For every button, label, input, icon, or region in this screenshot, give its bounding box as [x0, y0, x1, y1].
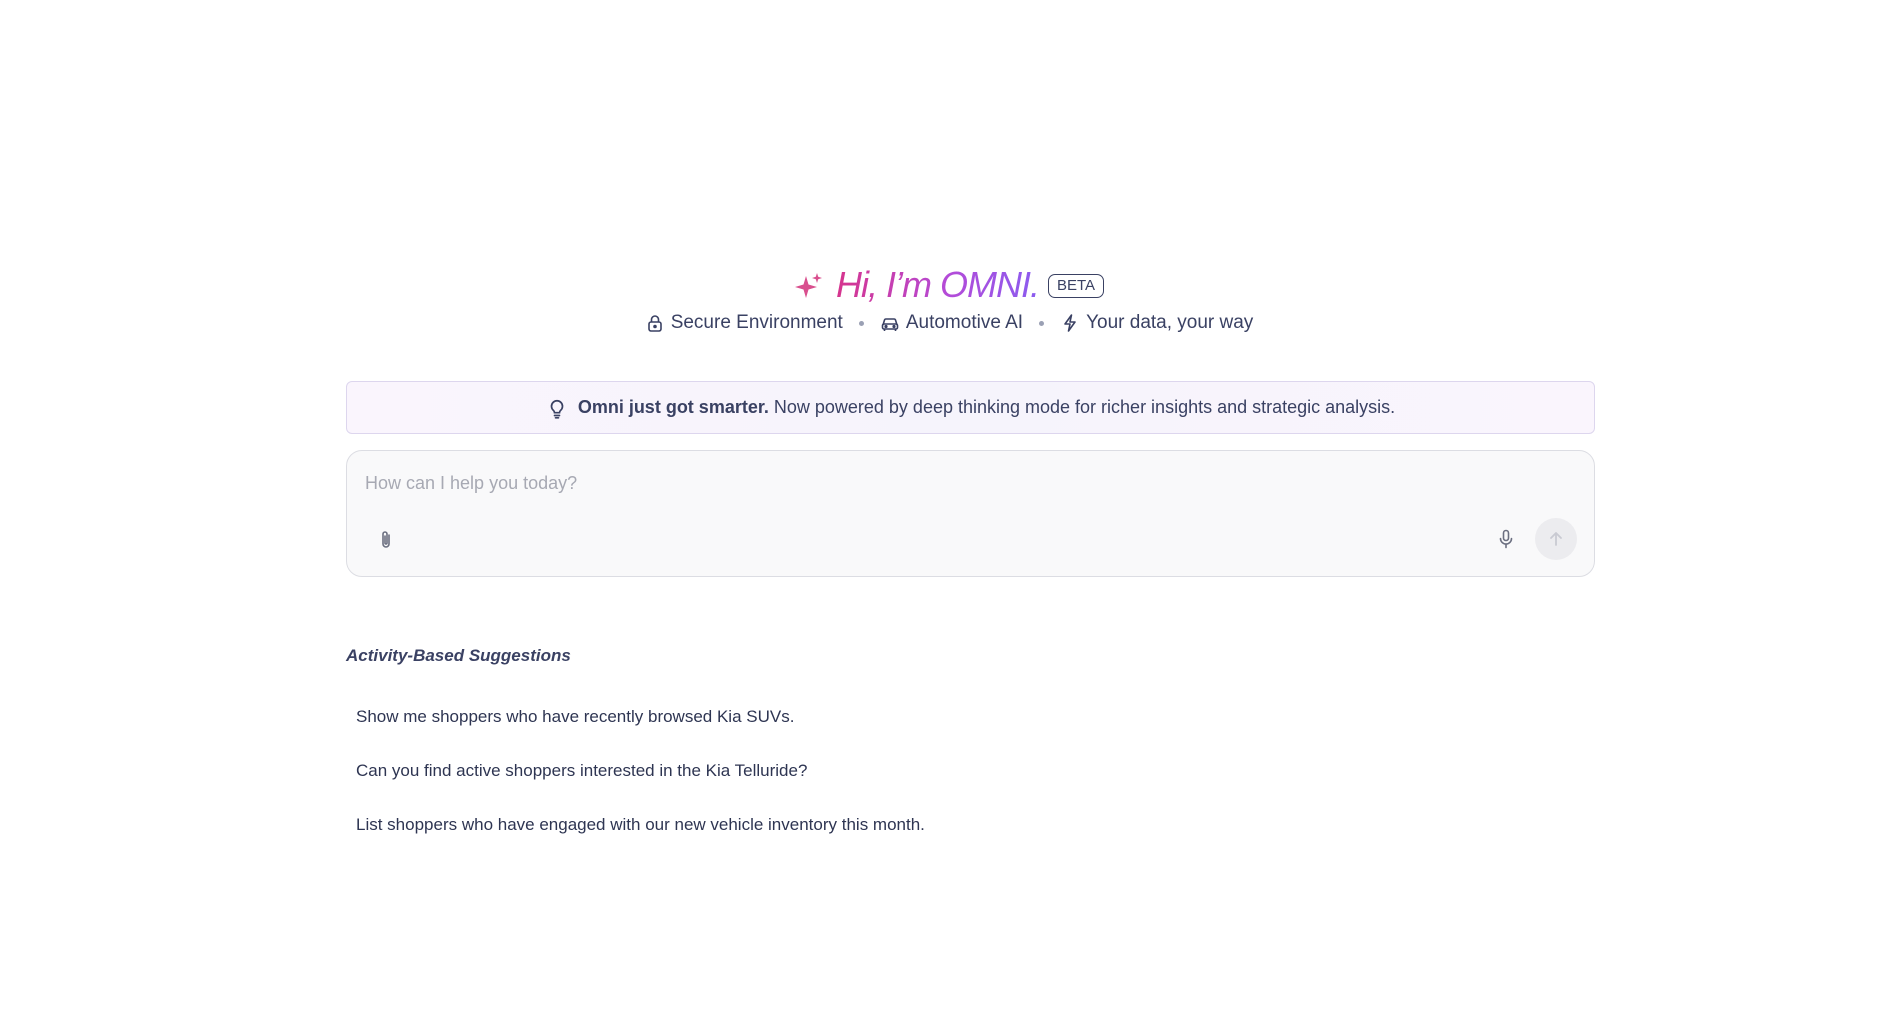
suggestion-item[interactable]: List shoppers who have engaged with our … [346, 798, 1146, 852]
send-button[interactable] [1535, 518, 1577, 560]
suggestion-item[interactable]: Show me shoppers who have recently brows… [346, 690, 1146, 744]
feature-secure: Secure Environment [645, 312, 843, 334]
sparkle-icon [794, 273, 822, 298]
feature-list: Secure Environment Automotive AI Your da… [0, 312, 1898, 334]
bolt-icon [1064, 314, 1076, 332]
greeting-title: Hi, I’m OMNI. [836, 262, 1040, 308]
banner-headline: Omni just got smarter. [577, 397, 769, 417]
feature-label: Secure Environment [670, 312, 843, 333]
announcement-banner: Omni just got smarter. Now powered by de… [346, 381, 1595, 434]
separator-dot [1039, 320, 1045, 326]
beta-badge: BETA [1047, 274, 1105, 298]
feature-data: Your data, your way [1060, 312, 1253, 334]
hero-heading: Hi, I’m OMNI. BETA [0, 262, 1898, 308]
feature-label: Your data, your way [1086, 312, 1254, 333]
suggestion-item[interactable]: Can you find active shoppers interested … [346, 744, 1146, 798]
suggestions-list: Show me shoppers who have recently brows… [346, 690, 1146, 852]
chat-composer [346, 450, 1595, 577]
car-icon [881, 318, 899, 331]
prompt-input[interactable] [365, 473, 1465, 494]
banner-text: Now powered by deep thinking mode for ri… [773, 397, 1396, 417]
feature-label: Automotive AI [905, 312, 1024, 333]
separator-dot [858, 320, 864, 326]
suggestions-heading: Activity-Based Suggestions [346, 646, 571, 665]
arrow-up-icon [1550, 532, 1562, 546]
feature-automotive: Automotive AI [880, 312, 1023, 334]
lock-icon [647, 315, 662, 332]
microphone-icon[interactable] [1495, 528, 1517, 550]
paperclip-icon[interactable] [375, 529, 397, 551]
lightbulb-icon [550, 399, 564, 419]
